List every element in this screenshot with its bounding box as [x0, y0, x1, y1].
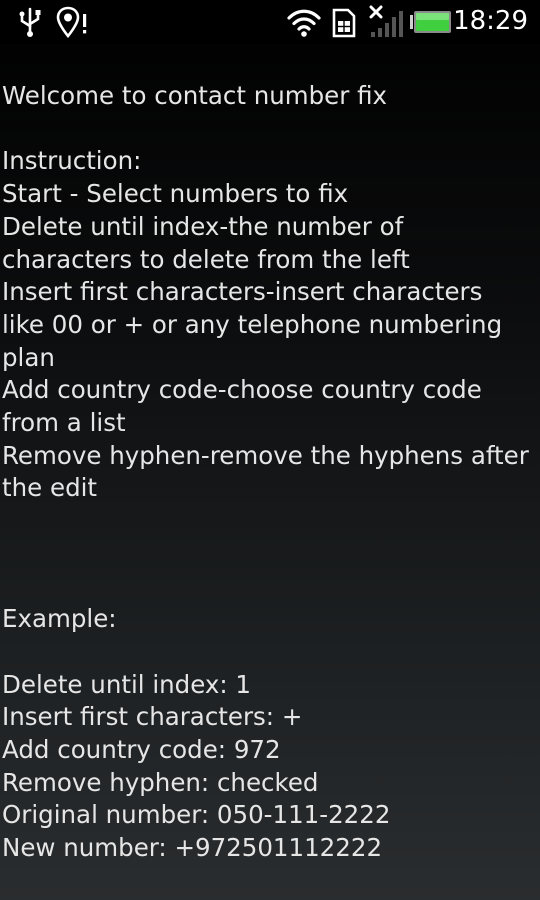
example-line: Insert first characters: +: [2, 702, 303, 732]
instruction-line: plan: [2, 342, 55, 372]
wifi-icon: [287, 9, 321, 37]
example-line: Add country code: 972: [2, 734, 281, 764]
example-line: Original number: 050-111-2222: [2, 800, 391, 830]
instruction-line: the edit: [2, 473, 98, 503]
example-heading: Example:: [2, 604, 117, 634]
no-signal-icon: [369, 5, 403, 37]
welcome-text: Welcome to contact number fix: [2, 81, 388, 110]
instructions-content: Welcome to contact number fix Instructio…: [2, 80, 538, 865]
sim-icon: [332, 8, 356, 38]
clock: 18:29: [453, 6, 528, 36]
instruction-line: from a list: [2, 408, 126, 438]
example-line: Remove hyphen: checked: [2, 767, 319, 797]
instruction-line: Delete until index-the number of: [2, 211, 404, 241]
usb-icon: [19, 7, 41, 37]
battery-icon: [410, 11, 451, 33]
status-bar: 18:29: [0, 0, 540, 44]
instruction-line: Start - Select numbers to fix: [2, 179, 349, 209]
location-alert-icon: [56, 6, 87, 38]
instruction-heading: Instruction:: [2, 146, 142, 176]
instruction-line: Remove hyphen-remove the hyphens after: [2, 440, 529, 470]
instruction-line: Insert first characters-insert character…: [2, 277, 483, 307]
instruction-line: like 00 or + or any telephone numbering: [2, 309, 503, 339]
example-line: Delete until index: 1: [2, 669, 252, 699]
example-line: New number: +972501112222: [2, 833, 383, 863]
instruction-line: Add country code-choose country code: [2, 375, 482, 405]
instruction-line: characters to delete from the left: [2, 244, 410, 274]
